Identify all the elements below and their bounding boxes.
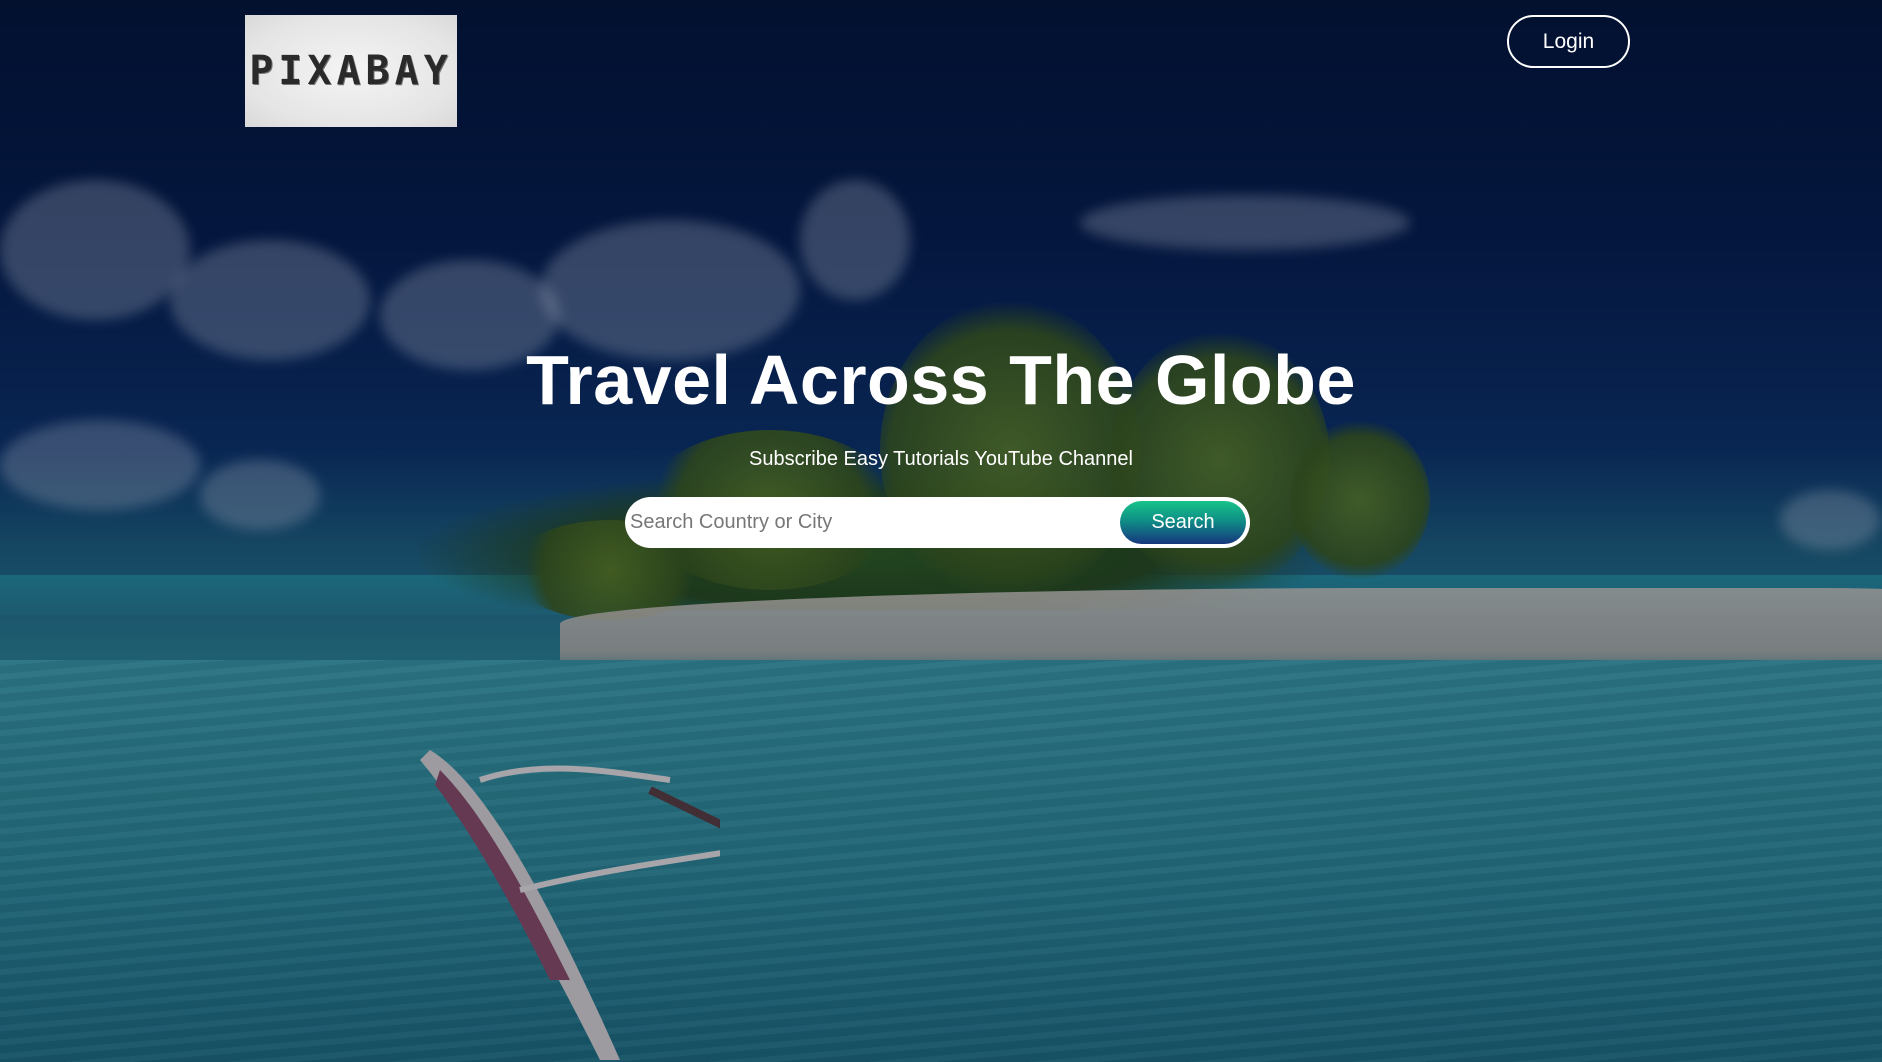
search-input[interactable] <box>630 497 1120 548</box>
search-button[interactable]: Search <box>1120 501 1246 544</box>
search-bar: Search <box>625 497 1250 548</box>
hero-title: Travel Across The Globe <box>526 341 1356 419</box>
logo-text: PIXABAY <box>249 48 453 94</box>
hero-section: PIXABAY Login Travel Across The Globe Su… <box>0 0 1882 1062</box>
hero-subtitle: Subscribe Easy Tutorials YouTube Channel <box>749 448 1133 470</box>
login-button[interactable]: Login <box>1507 15 1630 68</box>
logo[interactable]: PIXABAY <box>245 15 457 127</box>
